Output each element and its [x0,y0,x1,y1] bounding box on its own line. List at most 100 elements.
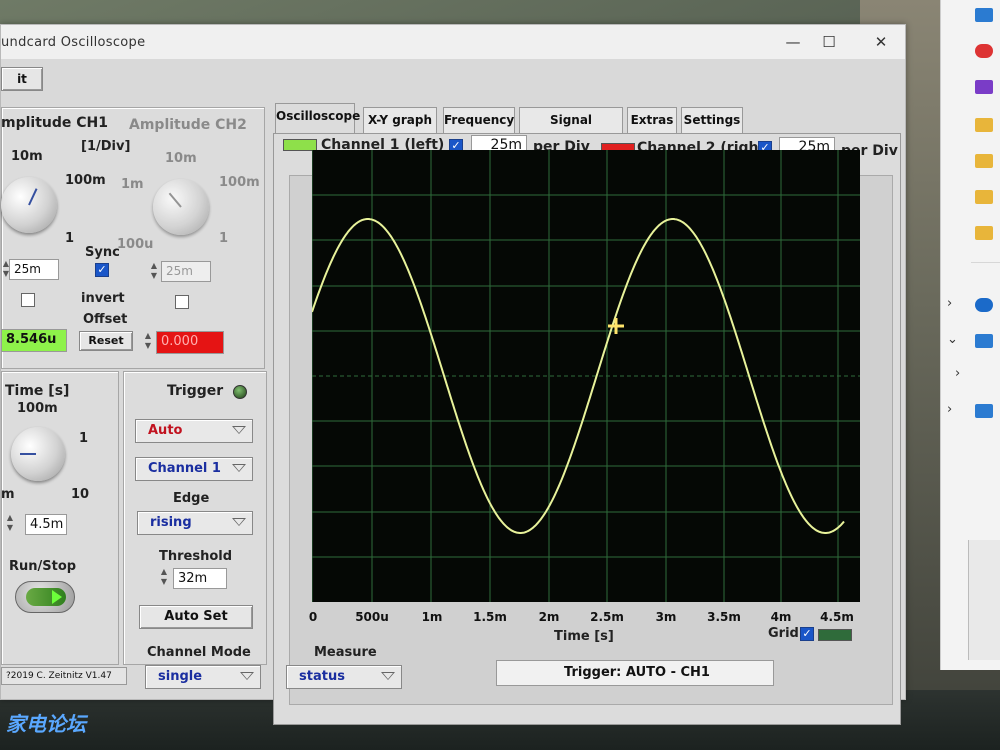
invert-ch2-checkbox[interactable] [175,295,189,309]
x-tick: 500u [355,610,389,624]
knob-pointer [20,453,36,455]
x-tick: 0 [308,610,318,624]
offset-ch2-spinner[interactable]: ▲ ▼ [143,331,153,353]
knob2-label-bottom-right: 1 [219,231,229,246]
trigger-mode-dropdown[interactable]: Auto [135,419,253,443]
trigger-edge-value: rising [150,515,192,530]
chevron-down-icon [232,518,246,526]
scope-display[interactable] [311,150,860,602]
time-title: Time [s] [5,383,70,399]
edge-label: Edge [173,491,210,506]
x-tick: 2m [538,610,560,624]
chevron-down-icon [381,672,395,680]
close-button[interactable]: ✕ [861,29,901,55]
trigger-mode-value: Auto [148,423,183,438]
x-tick: 2.5m [590,610,624,624]
folder-icon[interactable] [975,118,993,132]
play-icon [52,590,62,604]
knob1-label-top: 10m [11,149,43,164]
grid-checkbox[interactable]: ✓ [800,627,814,641]
auto-set-button[interactable]: Auto Set [139,605,253,629]
maximize-button[interactable]: ☐ [809,29,849,55]
ch1-amplitude-field[interactable]: 25m [9,259,59,280]
video-app-icon[interactable] [975,80,993,94]
scope-plot [311,150,860,602]
amplitude-ch1-knob[interactable] [1,177,57,233]
trigger-edge-dropdown[interactable]: rising [137,511,253,535]
x-tick: 3.5m [707,610,741,624]
sync-checkbox[interactable]: ✓ [95,263,109,277]
tab-frequency[interactable]: Frequency [443,107,515,133]
knob1-label-right: 100m [65,173,106,188]
amplitude-ch2-knob[interactable] [153,179,209,235]
sync-label: Sync [85,245,120,260]
x-tick: 1.5m [473,610,507,624]
chevron-right-icon[interactable]: › [947,402,952,417]
chevron-down-icon [232,464,246,472]
measure-label: Measure [314,645,377,660]
grid-color-swatch[interactable] [818,629,852,641]
version-label: ?2019 C. Zeitnitz V1.47 [1,667,127,685]
scope-grid [311,150,860,602]
measure-dropdown[interactable]: status [286,665,402,689]
offset-ch2-field[interactable]: 0.000 [156,331,224,354]
tab-xy-graph[interactable]: X-Y graph [363,107,437,133]
invert-ch1-checkbox[interactable] [21,293,35,307]
computer-icon[interactable] [975,334,993,348]
knob-pointer [168,192,182,208]
tab-label: Frequency [444,113,515,127]
time-knob-label-bottom-right: 10 [71,487,90,502]
time-base-knob[interactable] [11,427,65,481]
cloud-icon[interactable] [975,298,993,312]
ch2-amplitude-field[interactable]: 25m [161,261,211,282]
offset-label: Offset [83,312,128,327]
watermark-logo: 家电论坛 [6,708,86,737]
chevron-down-icon[interactable]: ⌄ [947,332,958,347]
ch2-amplitude-spinner[interactable]: ▲ ▼ [149,261,159,283]
knob2-label-bottom-left: 100u [117,237,154,252]
explorer-scrollbar[interactable] [968,540,1000,660]
time-spinner[interactable]: ▲ ▼ [5,513,15,535]
offset-ch1-field[interactable]: 8.546u [1,329,67,352]
threshold-spinner[interactable]: ▲ ▼ [159,567,169,589]
tab-label: X-Y graph [367,113,433,127]
threshold-field[interactable]: 32m [173,568,227,589]
x-tick: 4.5m [820,610,854,624]
knob-pointer [28,188,38,206]
tab-oscilloscope[interactable]: Oscilloscope [275,103,360,133]
media-app-icon[interactable] [975,44,993,58]
trigger-channel-dropdown[interactable]: Channel 1 [135,457,253,481]
invert-label: invert [81,291,125,306]
tab-settings[interactable]: Settings [681,107,743,133]
minimize-button[interactable]: — [773,29,813,55]
tab-signal-generator[interactable]: Signal generator [519,107,623,151]
exit-button[interactable]: it [1,67,43,91]
chevron-right-icon[interactable]: › [947,296,952,311]
x-tick: 4m [770,610,792,624]
image-app-icon[interactable] [975,8,993,22]
run-stop-button[interactable] [15,581,75,613]
knob1-label-bottom-right: 1 [65,231,75,246]
grid-label: Grid [768,626,799,641]
network-icon[interactable] [975,404,993,418]
title-bar[interactable]: undcard Oscilloscope — ☐ ✕ [1,25,905,59]
time-field[interactable]: 4.5m [25,514,67,535]
channel-mode-value: single [158,669,203,684]
x-axis-label: Time [s] [554,629,614,644]
channel-mode-dropdown[interactable]: single [145,665,261,689]
chevron-down-icon [232,426,246,434]
knob2-label-top: 10m [165,151,197,166]
folder-icon[interactable] [975,190,993,204]
amplitude-unit: [1/Div] [81,139,131,154]
trigger-channel-value: Channel 1 [148,461,221,476]
folder-icon[interactable] [975,154,993,168]
measure-value: status [299,669,345,684]
chevron-right-icon[interactable]: › [955,366,960,381]
folder-icon[interactable] [975,226,993,240]
time-knob-label-left: m [1,487,15,502]
offset-reset-button[interactable]: Reset [79,331,133,351]
threshold-label: Threshold [159,549,233,564]
tab-label: Settings [683,113,741,127]
amplitude-ch1-title: mplitude CH1 [1,115,108,131]
tab-extras[interactable]: Extras [627,107,677,133]
